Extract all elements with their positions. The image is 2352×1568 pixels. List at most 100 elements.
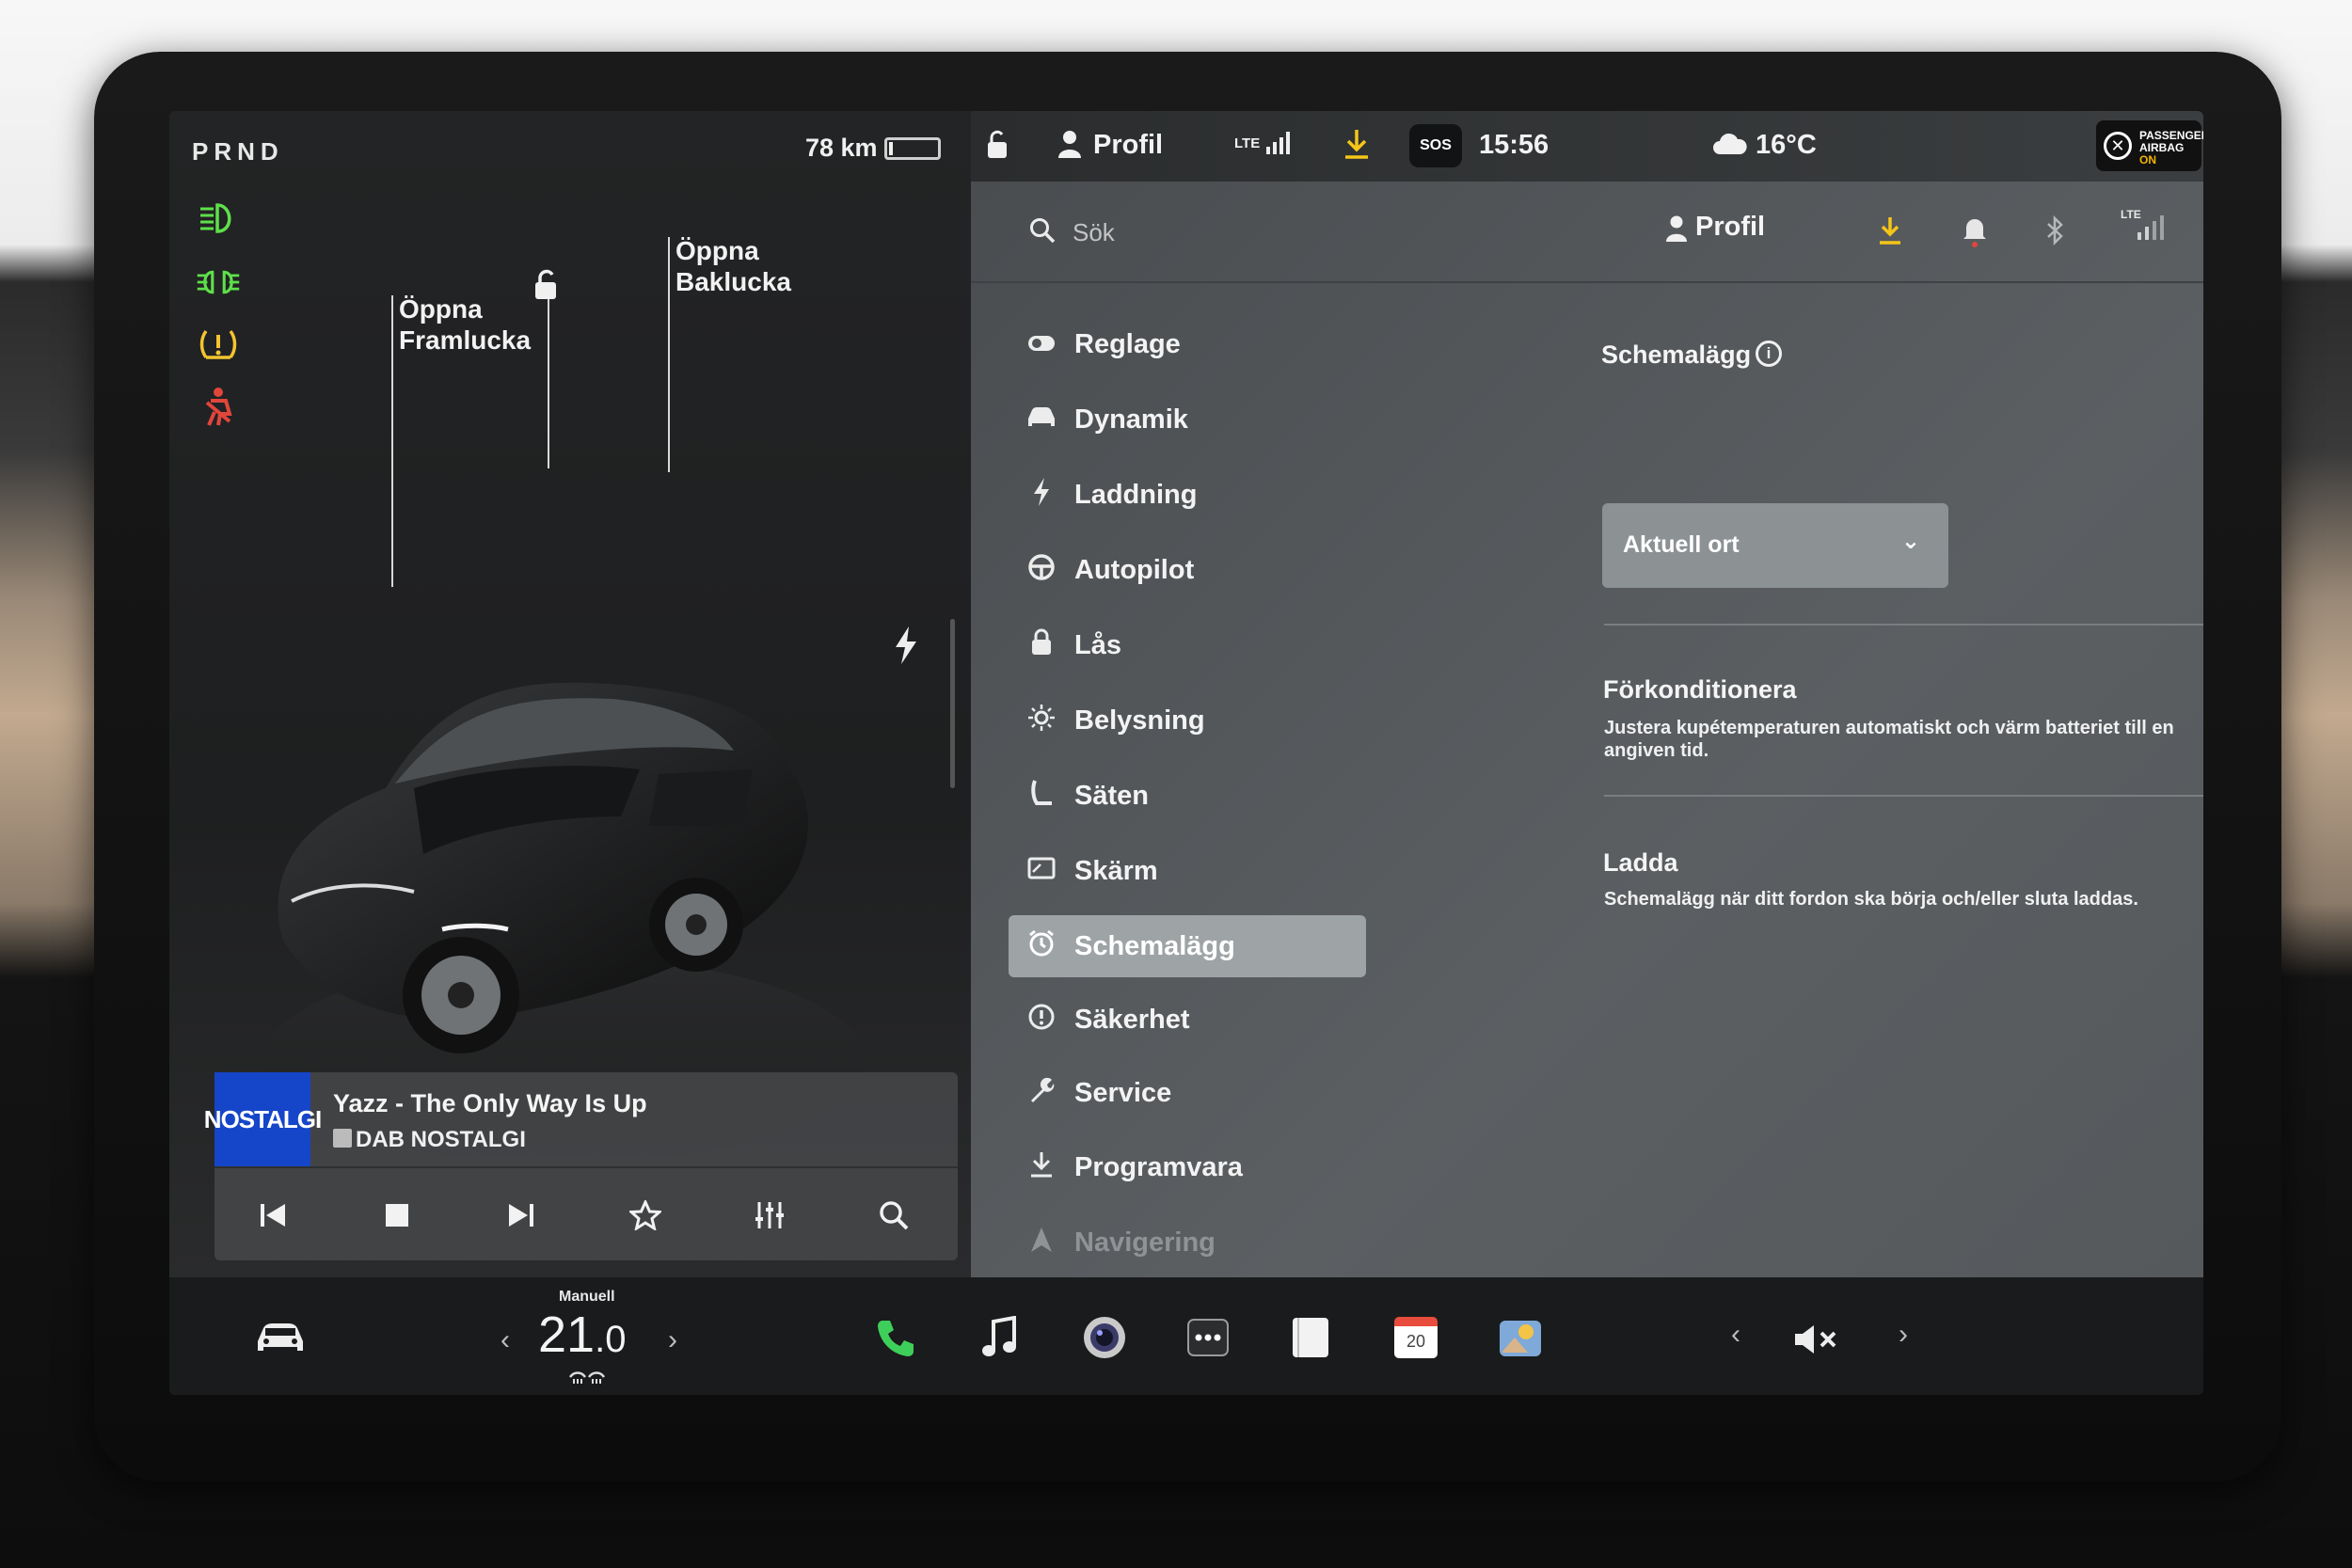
menu-item-service[interactable]: Service	[1009, 1063, 1366, 1125]
stop-button[interactable]	[369, 1187, 425, 1243]
airbag-line2: AIRBAG	[2139, 141, 2185, 154]
temp-down-arrow[interactable]: ‹	[501, 1324, 510, 1356]
unlock-icon[interactable]	[532, 269, 561, 306]
charge-port-icon[interactable]	[894, 626, 918, 673]
status-profile-label[interactable]: Profil	[1093, 130, 1163, 161]
pane-resize-handle[interactable]	[950, 619, 955, 788]
camera-icon[interactable]	[1082, 1309, 1127, 1366]
more-apps-icon[interactable]	[1187, 1309, 1229, 1366]
settings-topbar: Profil LTE	[971, 182, 2203, 283]
open-front-trunk-label[interactable]: Öppna Framlucka	[399, 293, 531, 356]
car-icon[interactable]	[254, 1309, 307, 1366]
status-network-label: LTE	[1234, 135, 1261, 151]
bluetooth-icon[interactable]	[2045, 214, 2064, 252]
menu-item-programvara[interactable]: Programvara	[1009, 1136, 1366, 1198]
equalizer-icon[interactable]	[741, 1187, 798, 1243]
notepad-icon[interactable]	[1291, 1309, 1330, 1366]
menu-item-skärm[interactable]: Skärm	[1009, 840, 1366, 902]
unlocked-icon[interactable]	[984, 130, 1010, 165]
gear-selector[interactable]: PRND	[192, 137, 284, 166]
chevron-down-icon: ⌄	[1900, 529, 1920, 554]
battery-icon	[884, 137, 941, 160]
volume-up-arrow[interactable]: ›	[1899, 1319, 1908, 1351]
menu-item-belysning[interactable]: Belysning	[1009, 689, 1366, 752]
location-dropdown[interactable]: Aktuell ort ⌄	[1602, 503, 1948, 588]
temp-up-arrow[interactable]: ›	[668, 1324, 677, 1356]
search-icon[interactable]	[1029, 217, 1056, 250]
lock-leader-line	[548, 299, 549, 468]
fog-light-icon	[196, 261, 241, 303]
next-track-button[interactable]	[493, 1187, 549, 1243]
tire-pressure-icon	[196, 324, 241, 365]
menu-item-dynamik[interactable]: Dynamik	[1009, 388, 1366, 451]
media-search-icon[interactable]	[866, 1187, 922, 1243]
menu-item-navigering[interactable]: Navigering	[1009, 1212, 1366, 1274]
schedule-title: Schemalägg	[1601, 341, 1752, 369]
topbar-download-icon[interactable]	[1878, 215, 1902, 252]
profile-icon[interactable]	[1057, 130, 1082, 163]
vehicle-illustration[interactable]	[226, 412, 922, 1183]
charge-title: Ladda	[1603, 848, 1678, 877]
range-readout: 78 km	[805, 134, 878, 162]
menu-item-autopilot[interactable]: Autopilot	[1009, 539, 1366, 601]
menu-item-laddning[interactable]: Laddning	[1009, 464, 1366, 526]
media-player: NOSTALGI Yazz - The Only Way Is Up DAB N…	[204, 1072, 958, 1260]
info-icon[interactable]: i	[1756, 341, 1782, 367]
volume-mute-icon[interactable]	[1793, 1311, 1840, 1368]
music-note-icon[interactable]	[980, 1309, 1018, 1366]
alert-circle-icon	[1009, 1003, 1074, 1037]
menu-item-schemalägg[interactable]: Schemalägg	[1009, 915, 1366, 977]
menu-item-säten[interactable]: Säten	[1009, 765, 1366, 827]
menu-item-lås[interactable]: Lås	[1009, 614, 1366, 676]
toggle-icon	[1009, 329, 1074, 359]
rear-trunk-line1: Öppna	[675, 236, 759, 265]
airbag-state: ON	[2139, 153, 2156, 166]
section-divider	[1604, 795, 2203, 797]
volume-down-arrow[interactable]: ‹	[1731, 1319, 1740, 1351]
menu-item-säkerhet[interactable]: Säkerhet	[1009, 989, 1366, 1051]
topbar-profile-icon[interactable]	[1665, 215, 1688, 246]
previous-track-button[interactable]	[245, 1187, 301, 1243]
lock-icon	[1009, 628, 1074, 663]
open-rear-trunk-label[interactable]: Öppna Baklucka	[675, 235, 791, 297]
steering-wheel-icon	[1009, 553, 1074, 588]
menu-item-label: Säten	[1074, 780, 1149, 811]
rear-trunk-leader-line	[668, 237, 670, 472]
calendar-icon[interactable]: 20	[1394, 1317, 1438, 1358]
toybox-icon[interactable]	[1498, 1309, 1543, 1366]
phone-icon[interactable]	[875, 1309, 916, 1366]
sun-icon	[1009, 704, 1074, 738]
charge-description: Schemalägg när ditt fordon ska börja och…	[1604, 889, 2138, 910]
topbar-signal-icon	[2137, 215, 2166, 245]
media-divider	[215, 1166, 958, 1168]
airbag-icon: ✕	[2104, 132, 2132, 160]
climate-mode-label: Manuell	[559, 1289, 615, 1305]
menu-item-label: Dynamik	[1074, 404, 1188, 435]
vehicle-pane: PRND 78 km Öppna Framlucka Öppna Bakluck…	[169, 111, 971, 1291]
passenger-airbag-indicator: ✕ PASSENGER AIRBAG ON	[2096, 120, 2203, 171]
battery-fill	[889, 142, 894, 155]
car-icon	[1009, 404, 1074, 435]
menu-item-reglage[interactable]: Reglage	[1009, 313, 1366, 375]
outside-temperature: 16°C	[1756, 130, 1817, 160]
notification-bell-icon[interactable]	[1963, 215, 1987, 254]
touchscreen: PRND 78 km Öppna Framlucka Öppna Bakluck…	[169, 111, 2203, 1395]
album-art[interactable]: NOSTALGI	[204, 1072, 322, 1166]
favorite-star-icon[interactable]	[617, 1187, 674, 1243]
settings-search-input[interactable]	[1073, 214, 1543, 251]
cabin-temperature[interactable]: 21.0	[538, 1306, 626, 1364]
navigation-icon	[1009, 1226, 1074, 1260]
temp-whole: 21	[538, 1307, 596, 1363]
sos-button[interactable]: SOS	[1409, 124, 1462, 167]
alarm-clock-icon	[1009, 929, 1074, 964]
menu-item-label: Lås	[1074, 629, 1121, 660]
topbar-profile-label[interactable]: Profil	[1695, 212, 1765, 243]
menu-item-label: Säkerhet	[1074, 1004, 1190, 1035]
radio-icon	[333, 1129, 352, 1148]
software-download-icon[interactable]	[1343, 128, 1370, 165]
signal-strength-icon	[1266, 132, 1291, 159]
front-trunk-line2: Framlucka	[399, 325, 532, 355]
menu-item-label: Laddning	[1074, 479, 1198, 510]
front-trunk-line1: Öppna	[399, 294, 483, 324]
clock: 15:56	[1479, 130, 1549, 160]
